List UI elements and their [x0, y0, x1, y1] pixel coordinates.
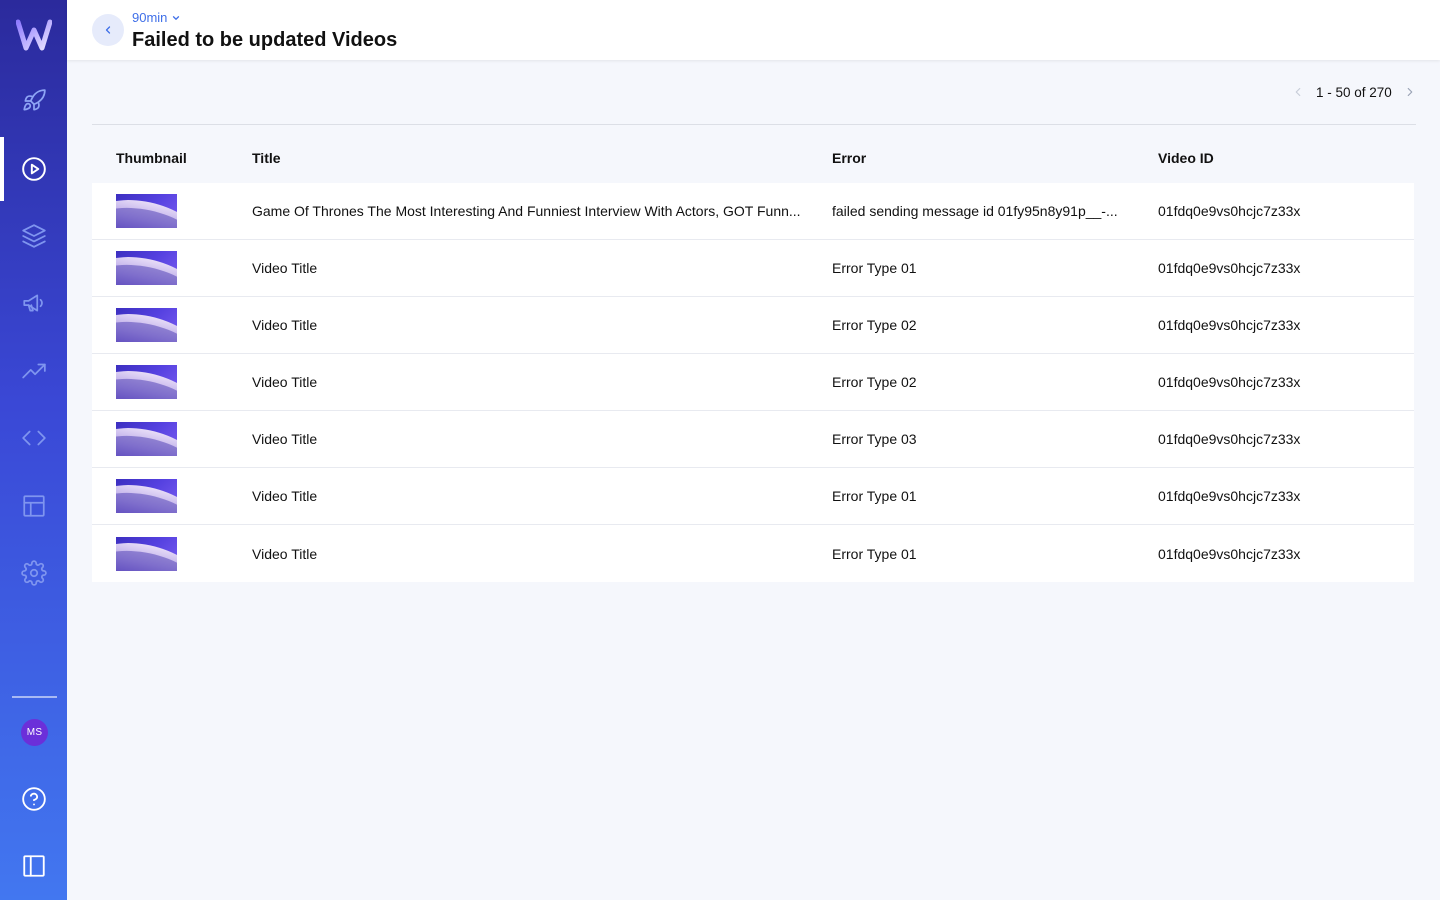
video-title: Video Title: [252, 545, 318, 562]
chevron-right-icon: [1407, 87, 1413, 97]
sidebar-item-layers[interactable]: [0, 204, 67, 268]
column-header-title: Title: [252, 149, 281, 166]
video-error: Error Type 01: [832, 260, 917, 276]
video-title: Video Title: [252, 431, 318, 447]
videos-table: Thumbnail Title Error Video ID Game Of T…: [92, 132, 1414, 582]
code-icon: [21, 430, 46, 446]
sidebar-item-videos[interactable]: [0, 137, 67, 201]
breadcrumb-label: 90min: [132, 10, 168, 25]
sidebar-item-settings[interactable]: [0, 541, 67, 605]
video-error: Error Type 02: [832, 317, 917, 333]
video-id: 01fdq0e9vs0hcjc7z33x: [1158, 203, 1301, 219]
page-header: 90min Failed to be updated Videos: [67, 0, 1440, 60]
layout-icon: [22, 495, 45, 517]
table-row[interactable]: Video Title Error Type 01 01fdq0e9vs0hcj…: [92, 240, 1414, 297]
app-logo[interactable]: [16, 18, 52, 52]
sidebar-item-campaigns[interactable]: [0, 271, 67, 335]
video-title: Video Title: [252, 488, 318, 504]
table-row[interactable]: Video Title Error Type 01 01fdq0e9vs0hcj…: [92, 468, 1414, 525]
sidebar-item-launch[interactable]: [0, 69, 67, 133]
sidebar-toggle-icon: [22, 855, 45, 877]
avatar[interactable]: MS: [21, 719, 48, 746]
megaphone-icon: [22, 294, 43, 312]
video-thumbnail: [116, 536, 177, 571]
table-header: Thumbnail Title Error Video ID: [92, 132, 1414, 183]
sidebar-item-collapse[interactable]: [0, 834, 67, 898]
layers-icon: [21, 224, 46, 248]
video-id: 01fdq0e9vs0hcjc7z33x: [1158, 260, 1301, 276]
table-row[interactable]: Game Of Thrones The Most Interesting And…: [92, 183, 1414, 240]
chevron-left-icon: [1295, 87, 1301, 97]
help-icon: [21, 787, 46, 811]
gear-icon: [20, 560, 47, 586]
page-title: Failed to be updated Videos: [132, 29, 398, 51]
play-circle-icon: [21, 157, 46, 181]
sidebar-item-layout[interactable]: [0, 474, 67, 538]
sidebar-item-help[interactable]: [0, 767, 67, 831]
video-thumbnail: [116, 308, 177, 342]
pagination-divider: [92, 124, 1416, 125]
video-thumbnail: [116, 365, 177, 399]
video-error: Error Type 01: [832, 545, 917, 562]
video-id: 01fdq0e9vs0hcjc7z33x: [1158, 317, 1301, 333]
sidebar-item-embed[interactable]: [0, 406, 67, 470]
video-title: Video Title: [252, 260, 318, 276]
video-id: 01fdq0e9vs0hcjc7z33x: [1158, 488, 1301, 504]
column-header-video-id: Video ID: [1158, 149, 1214, 166]
video-id: 01fdq0e9vs0hcjc7z33x: [1158, 374, 1301, 390]
sidebar-item-analytics[interactable]: [0, 339, 67, 403]
video-error: Error Type 02: [832, 374, 917, 390]
video-thumbnail: [116, 194, 177, 228]
video-id: 01fdq0e9vs0hcjc7z33x: [1158, 545, 1301, 562]
prev-page-button[interactable]: [1290, 82, 1306, 102]
video-thumbnail: [116, 479, 177, 513]
video-title: Game Of Thrones The Most Interesting And…: [252, 203, 801, 219]
pagination: 1 - 50 of 270: [1290, 82, 1418, 102]
back-button[interactable]: [92, 14, 124, 46]
chevron-left-icon: [105, 26, 111, 34]
video-id: 01fdq0e9vs0hcjc7z33x: [1158, 431, 1301, 447]
video-error: Error Type 03: [832, 431, 917, 447]
table-row[interactable]: Video Title Error Type 02 01fdq0e9vs0hcj…: [92, 354, 1414, 411]
column-header-thumbnail: Thumbnail: [116, 149, 187, 166]
rocket-icon: [22, 89, 46, 111]
video-title: Video Title: [252, 317, 318, 333]
pagination-label: 1 - 50 of 270: [1316, 84, 1392, 100]
sidebar: MS: [0, 0, 67, 900]
video-title: Video Title: [252, 374, 318, 390]
next-page-button[interactable]: [1402, 82, 1418, 102]
video-thumbnail: [116, 251, 177, 285]
column-header-error: Error: [832, 149, 867, 166]
table-row[interactable]: Video Title Error Type 02 01fdq0e9vs0hcj…: [92, 297, 1414, 354]
sidebar-divider: [12, 696, 57, 698]
trending-up-icon: [21, 363, 46, 379]
video-error: Error Type 01: [832, 488, 917, 504]
table-row[interactable]: Video Title Error Type 03 01fdq0e9vs0hcj…: [92, 411, 1414, 468]
breadcrumb[interactable]: 90min: [132, 10, 181, 25]
video-thumbnail: [116, 422, 177, 456]
table-row[interactable]: Video Title Error Type 01 01fdq0e9vs0hcj…: [92, 525, 1414, 582]
chevron-down-icon: [173, 15, 180, 20]
video-error: failed sending message id 01fy95n8y91p__…: [832, 203, 1118, 219]
